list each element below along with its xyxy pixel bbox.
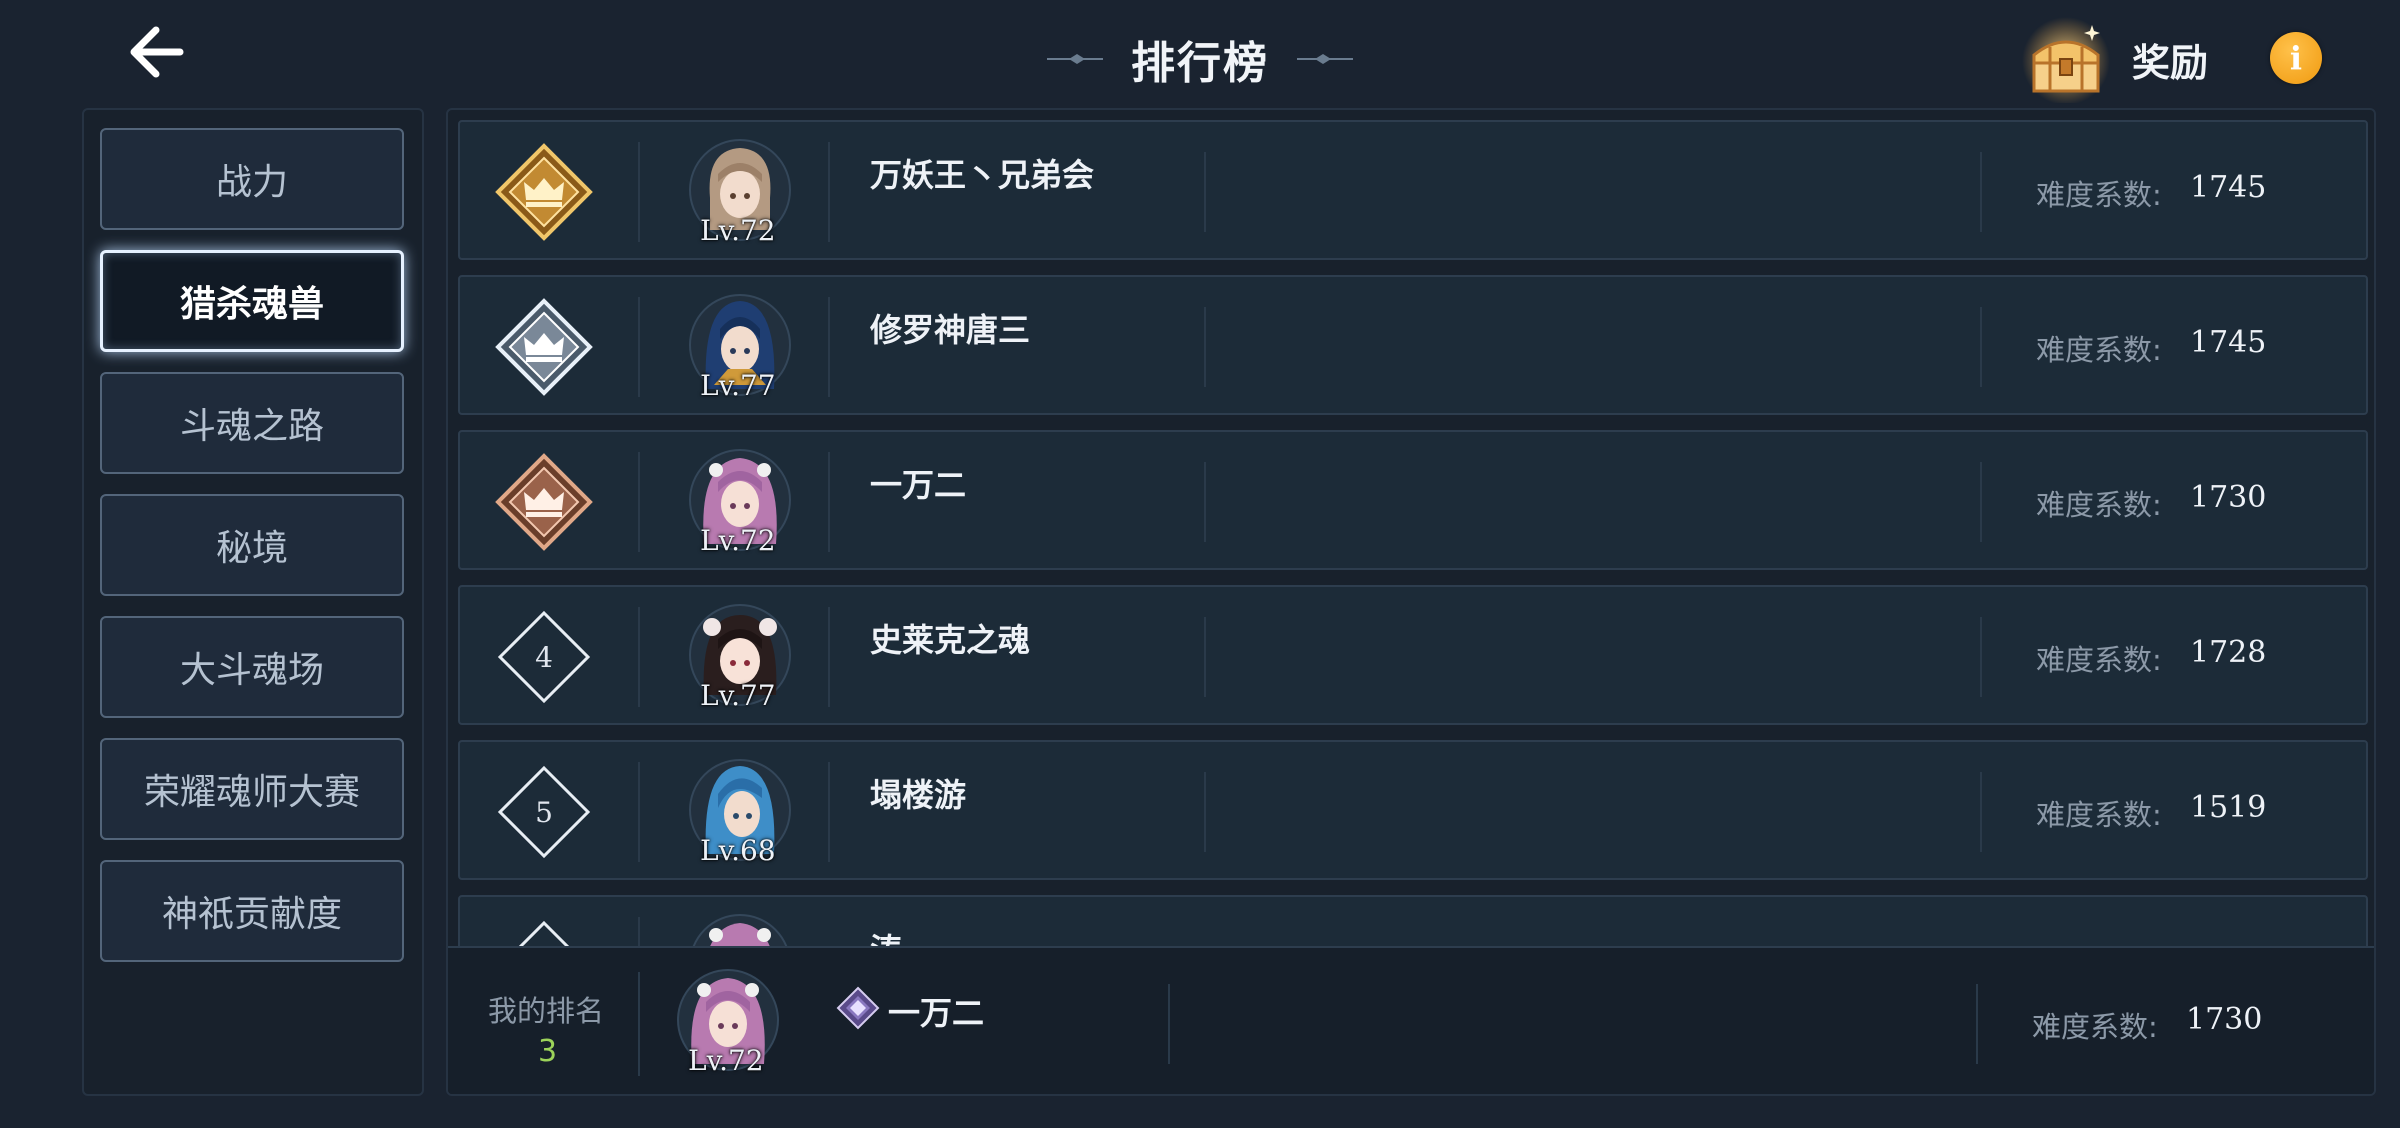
my-difficulty-label: 难度系数:	[2032, 1010, 2158, 1044]
title-ornament-right-icon	[1297, 54, 1353, 64]
title-ornament-left-icon	[1047, 54, 1103, 64]
tab-glory-tournament[interactable]: 荣耀魂师大赛	[100, 738, 404, 840]
rank-number-badge: 5	[492, 762, 596, 862]
player-name: 修罗神唐三	[870, 311, 1031, 349]
my-level: Lv.72	[688, 1044, 764, 1077]
player-name: 万妖王丶兄弟会	[870, 156, 1095, 194]
difficulty-label: 难度系数:	[2036, 798, 2162, 832]
leaderboard-panel: Lv.72 万妖王丶兄弟会 难度系数: 1745 Lv.77 修罗神唐三 难度系…	[446, 108, 2376, 1096]
difficulty-label: 难度系数:	[2036, 488, 2162, 522]
arrow-left-icon	[130, 26, 184, 78]
player-name: 塌楼游	[870, 776, 967, 814]
player-level: Lv.77	[700, 369, 776, 402]
my-difficulty-value: 1730	[2186, 1002, 2263, 1037]
crown-icon	[495, 298, 593, 396]
page-title: 排行榜	[1131, 38, 1269, 89]
difficulty-label: 难度系数:	[2036, 178, 2162, 212]
bronze-crown-badge	[492, 452, 596, 552]
leaderboard-row[interactable]: 5 Lv.68 塌楼游 难度系数: 1519	[458, 740, 2368, 880]
player-name: 一万二	[870, 466, 967, 504]
player-name: 史莱克之魂	[870, 621, 1031, 659]
leaderboard-row[interactable]: Lv.72 万妖王丶兄弟会 难度系数: 1745	[458, 120, 2368, 260]
player-level: Lv.77	[700, 679, 776, 712]
tab-soul-fighting-road[interactable]: 斗魂之路	[100, 372, 404, 474]
info-button[interactable]: i	[2270, 32, 2322, 84]
info-icon: i	[2289, 39, 2303, 77]
treasure-chest-icon	[2022, 17, 2110, 103]
difficulty-value: 1745	[2190, 170, 2267, 205]
rank-number: 5	[535, 795, 553, 829]
tab-grand-soul-arena[interactable]: 大斗魂场	[100, 616, 404, 718]
my-rank-number: 3	[538, 1034, 558, 1069]
difficulty-value: 1745	[2190, 325, 2267, 360]
reward-button[interactable]: 奖励	[2020, 14, 2240, 104]
my-name: 一万二	[888, 994, 985, 1032]
difficulty-label: 难度系数:	[2036, 333, 2162, 367]
reward-label: 奖励	[2132, 40, 2209, 85]
player-level: Lv.72	[700, 524, 776, 557]
category-sidebar: 战力 猎杀魂兽 斗魂之路 秘境 大斗魂场 荣耀魂师大赛 神祇贡献度	[82, 108, 424, 1096]
my-rank-label: 我的排名	[488, 994, 605, 1028]
my-rank-bar: 我的排名 3 Lv.72 一万二 难度系数: 1730	[448, 946, 2374, 1094]
crown-icon	[495, 453, 593, 551]
gold-crown-badge	[492, 142, 596, 242]
back-button[interactable]	[120, 20, 192, 84]
silver-crown-badge	[492, 297, 596, 397]
leaderboard-row[interactable]: Lv.77 修罗神唐三 难度系数: 1745	[458, 275, 2368, 415]
player-level: Lv.68	[700, 834, 776, 867]
difficulty-value: 1730	[2190, 480, 2267, 515]
tab-god-contribution[interactable]: 神祇贡献度	[100, 860, 404, 962]
header: 排行榜 奖励 i	[0, 0, 2400, 110]
title-area: 排行榜	[1020, 24, 1380, 94]
tab-secret-realm[interactable]: 秘境	[100, 494, 404, 596]
tab-combat-power[interactable]: 战力	[100, 128, 404, 230]
difficulty-value: 1519	[2190, 790, 2267, 825]
leaderboard-row[interactable]: 4 Lv.77 史莱克之魂 难度系数: 1728	[458, 585, 2368, 725]
player-level: Lv.72	[700, 214, 776, 247]
tab-hunt-soul-beast[interactable]: 猎杀魂兽	[100, 250, 404, 352]
leaderboard-row[interactable]: Lv.72 一万二 难度系数: 1730	[458, 430, 2368, 570]
purple-diamond-icon	[836, 986, 880, 1030]
rank-number: 4	[535, 640, 553, 674]
difficulty-label: 难度系数:	[2036, 643, 2162, 677]
crown-icon	[495, 143, 593, 241]
rank-number-badge: 4	[492, 607, 596, 707]
difficulty-value: 1728	[2190, 635, 2267, 670]
